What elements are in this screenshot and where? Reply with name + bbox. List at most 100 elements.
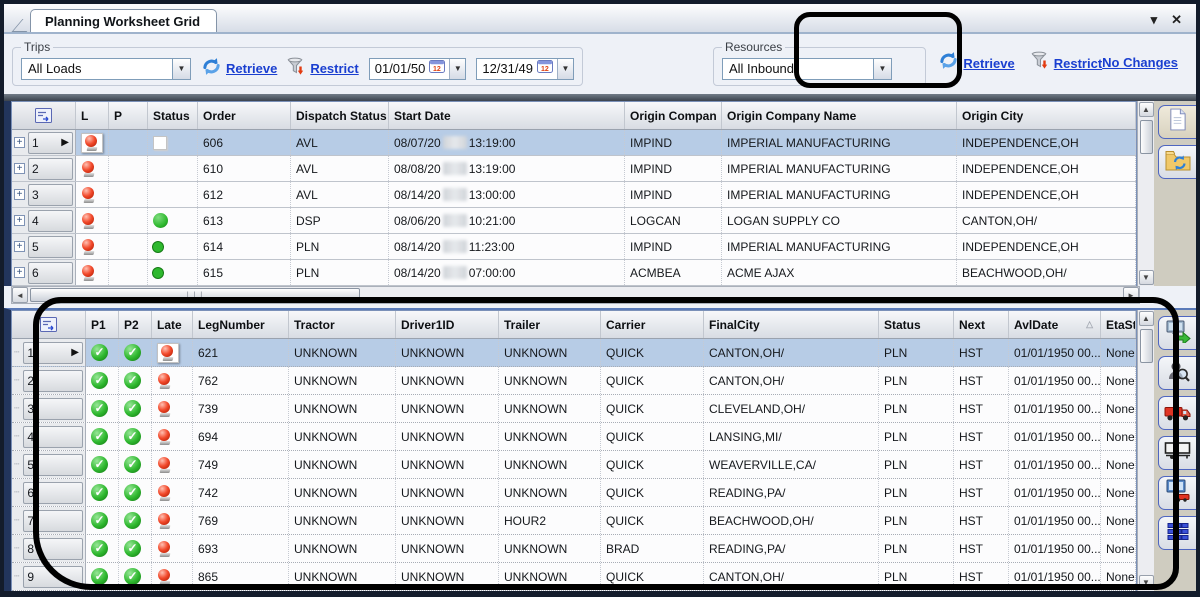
row-header[interactable]: +2 — [12, 156, 76, 181]
resources-restrict-label[interactable]: Restrict — [1054, 56, 1102, 71]
cell-trailer[interactable]: UNKNOWN — [499, 451, 601, 478]
cell-status[interactable] — [148, 182, 198, 207]
cell-leg-number[interactable]: 693 — [193, 535, 289, 562]
chevron-down-icon[interactable]: ▼ — [449, 59, 465, 79]
cell-avl-date[interactable]: 01/01/1950 00... — [1009, 479, 1101, 506]
expand-icon[interactable]: + — [14, 189, 25, 200]
no-changes-link[interactable]: No Changes — [1102, 54, 1178, 72]
cell-start-date[interactable]: 08/14/2007:00:00 — [389, 260, 625, 285]
cell-status[interactable]: PLN — [879, 535, 954, 562]
cell-status[interactable] — [148, 234, 198, 259]
cell-late[interactable] — [76, 234, 109, 259]
cell-eta-state[interactable]: None — [1101, 339, 1136, 366]
cell-status[interactable]: PLN — [879, 507, 954, 534]
cell-carrier[interactable]: QUICK — [601, 339, 704, 366]
chevron-down-icon[interactable]: ▼ — [557, 59, 573, 79]
cell-p2[interactable]: ✓ — [119, 395, 152, 422]
cell-start-date[interactable]: 08/08/2013:19:00 — [389, 156, 625, 181]
column-header-next[interactable]: Next — [954, 311, 1009, 338]
row-header[interactable]: ┄9 — [12, 563, 86, 590]
table-row[interactable]: ┄7✓✓769UNKNOWNUNKNOWNHOUR2QUICKBEACHWOOD… — [12, 507, 1136, 535]
cell-driver1id[interactable]: UNKNOWN — [396, 479, 499, 506]
cell-final-city[interactable]: CANTON,OH/ — [704, 563, 879, 590]
cell-status[interactable]: PLN — [879, 563, 954, 590]
cell-trailer[interactable]: UNKNOWN — [499, 479, 601, 506]
cell-late[interactable] — [152, 535, 193, 562]
cell-origin-company-name[interactable]: IMPERIAL MANUFACTURING — [722, 130, 957, 155]
column-header-p2[interactable]: P2 — [119, 311, 152, 338]
cell-start-date[interactable]: 08/14/2013:00:00 — [389, 182, 625, 207]
column-header-tractor[interactable]: Tractor — [289, 311, 396, 338]
cell-tractor[interactable]: UNKNOWN — [289, 563, 396, 590]
cell-p[interactable] — [109, 234, 148, 259]
row-header[interactable]: +3 — [12, 182, 76, 207]
row-number-button[interactable]: 2 — [28, 158, 73, 180]
date-to-field[interactable]: 12/31/49 12 ▼ — [476, 58, 574, 80]
cell-eta-state[interactable]: None — [1101, 507, 1136, 534]
trips-retrieve-label[interactable]: Retrieve — [226, 61, 277, 76]
cell-p[interactable] — [109, 130, 148, 155]
column-header-dispatch-status[interactable]: Dispatch Status — [291, 102, 389, 129]
cell-late[interactable] — [152, 451, 193, 478]
cell-late[interactable] — [152, 339, 193, 366]
cell-next[interactable]: HST — [954, 395, 1009, 422]
column-header-p1[interactable]: P1 — [86, 311, 119, 338]
cell-origin-company-name[interactable]: LOGAN SUPPLY CO — [722, 208, 957, 233]
table-row[interactable]: ┄6✓✓742UNKNOWNUNKNOWNUNKNOWNQUICKREADING… — [12, 479, 1136, 507]
cell-origin-company[interactable]: ACMBEA — [625, 260, 722, 285]
row-header[interactable]: +5 — [12, 234, 76, 259]
table-row[interactable]: +5614PLN08/14/2011:23:00IMPINDIMPERIAL M… — [12, 234, 1136, 260]
cell-driver1id[interactable]: UNKNOWN — [396, 563, 499, 590]
row-number-button[interactable]: 7 — [23, 510, 83, 532]
cell-driver1id[interactable]: UNKNOWN — [396, 535, 499, 562]
cell-late[interactable] — [152, 395, 193, 422]
row-number-button[interactable]: 4 — [28, 210, 73, 232]
cell-next[interactable]: HST — [954, 367, 1009, 394]
expand-icon[interactable]: + — [14, 163, 25, 174]
cell-leg-number[interactable]: 739 — [193, 395, 289, 422]
cell-status[interactable]: PLN — [879, 367, 954, 394]
cell-dispatch-status[interactable]: AVL — [291, 130, 389, 155]
scroll-left-icon[interactable]: ◄ — [12, 287, 28, 303]
cell-order[interactable]: 606 — [198, 130, 291, 155]
expand-icon[interactable]: + — [14, 137, 25, 148]
cell-trailer[interactable]: UNKNOWN — [499, 535, 601, 562]
calendar-icon[interactable]: 12 — [537, 60, 553, 78]
cell-next[interactable]: HST — [954, 339, 1009, 366]
row-header[interactable]: ┄1▶ — [12, 339, 86, 366]
cell-origin-company-name[interactable]: IMPERIAL MANUFACTURING — [722, 234, 957, 259]
table-row[interactable]: ┄1▶✓✓621UNKNOWNUNKNOWNUNKNOWNQUICKCANTON… — [12, 339, 1136, 367]
cell-start-date[interactable]: 08/07/2013:19:00 — [389, 130, 625, 155]
row-number-button[interactable]: 6 — [28, 262, 73, 284]
cell-leg-number[interactable]: 762 — [193, 367, 289, 394]
column-header-etast[interactable]: EtaSt — [1101, 311, 1136, 338]
column-header-start-date[interactable]: Start Date — [389, 102, 625, 129]
expand-icon[interactable]: + — [14, 215, 25, 226]
row-number-button[interactable]: 5 — [23, 454, 83, 476]
row-number-button[interactable]: 1▶ — [23, 342, 83, 364]
cell-start-date[interactable]: 08/14/2011:23:00 — [389, 234, 625, 259]
cell-dispatch-status[interactable]: AVL — [291, 182, 389, 207]
cell-status[interactable]: PLN — [879, 339, 954, 366]
cell-leg-number[interactable]: 694 — [193, 423, 289, 450]
cell-next[interactable]: HST — [954, 535, 1009, 562]
cell-order[interactable]: 613 — [198, 208, 291, 233]
cell-origin-company-name[interactable]: ACME AJAX — [722, 260, 957, 285]
carrier-tab[interactable] — [1158, 476, 1196, 510]
cell-status[interactable] — [148, 260, 198, 285]
calendar-icon[interactable]: 12 — [429, 60, 445, 78]
column-header-origin-city[interactable]: Origin City — [957, 102, 1136, 129]
cell-avl-date[interactable]: 01/01/1950 00... — [1009, 367, 1101, 394]
cell-origin-city[interactable]: INDEPENDENCE,OH — [957, 234, 1136, 259]
driver-search-tab[interactable] — [1158, 356, 1196, 390]
cell-origin-company[interactable]: IMPIND — [625, 234, 722, 259]
resources-retrieve-button[interactable]: Retrieve — [938, 51, 1014, 75]
cell-dispatch-status[interactable]: DSP — [291, 208, 389, 233]
cell-carrier[interactable]: QUICK — [601, 451, 704, 478]
scroll-up-icon[interactable]: ▲ — [1139, 311, 1154, 326]
cell-origin-company-name[interactable]: IMPERIAL MANUFACTURING — [722, 182, 957, 207]
column-header-late[interactable]: Late — [152, 311, 193, 338]
column-header-trailer[interactable]: Trailer — [499, 311, 601, 338]
row-number-button[interactable]: 5 — [28, 236, 73, 258]
resources-filter-dropdown[interactable]: All Inbound ▼ — [722, 58, 892, 80]
